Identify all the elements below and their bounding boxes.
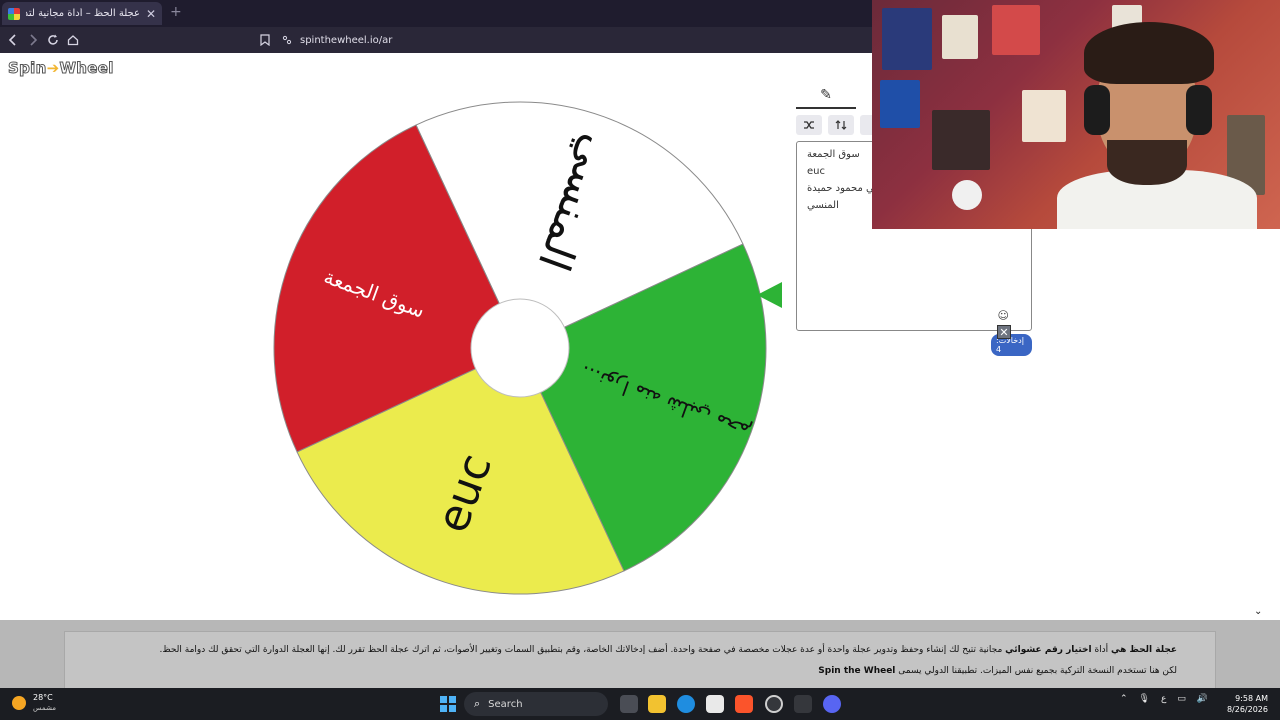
person-hair [1084, 22, 1214, 84]
info-line-2: لكن هنا تستخدم النسخة التركية بجميع نفس … [103, 661, 1177, 682]
edge-icon[interactable] [677, 695, 695, 713]
site-logo[interactable]: Spin➔Wheel [8, 59, 114, 78]
poster [880, 80, 920, 128]
tab-entries-edit[interactable]: ✎ [796, 83, 856, 109]
close-ad-button[interactable]: ✕ [997, 325, 1011, 339]
info-bold[interactable]: Spin the Wheel [818, 666, 895, 676]
file-explorer-icon[interactable] [648, 695, 666, 713]
input-language[interactable]: ع [1161, 694, 1166, 704]
tab-title: عجلة الحظ – أداة مجانية لتدوير الع [26, 8, 140, 19]
windows-start-icon[interactable] [440, 696, 456, 712]
discord-icon[interactable] [823, 695, 841, 713]
windows-taskbar: 28°C مشمس ⌕ Search ⌃ 🎙 ع ▭ 🔊 9:58 AM 8/26/… [0, 688, 1280, 720]
volume-icon[interactable]: 🔊 [1197, 694, 1208, 704]
url-text: spinthewheel.io/ar [300, 34, 393, 46]
pencil-icon: ✎ [820, 87, 832, 103]
info-text: أداة [1091, 645, 1112, 655]
football [952, 180, 982, 210]
forward-icon[interactable] [24, 31, 42, 49]
poster [992, 5, 1040, 55]
home-icon[interactable] [64, 31, 82, 49]
sun-icon [12, 696, 26, 710]
info-card: عجلة الحظ هي أداة اختيار رقم عشوائي مجان… [64, 631, 1216, 688]
back-icon[interactable] [4, 31, 22, 49]
wheel-pointer-icon[interactable] [757, 282, 782, 308]
network-icon[interactable]: ▭ [1177, 694, 1186, 704]
system-tray: ⌃ 🎙 ع ▭ 🔊 [1120, 694, 1208, 704]
taskbar-search[interactable]: ⌕ Search [464, 692, 608, 716]
microphone-icon[interactable]: 🎙 [1139, 694, 1150, 704]
info-text: لكن هنا تستخدم النسخة التركية بجميع نفس … [895, 666, 1177, 676]
time: 9:58 AM [1235, 694, 1268, 703]
weather-condition: مشمس [33, 704, 56, 712]
new-tab-button[interactable]: + [170, 4, 182, 20]
poster [882, 8, 932, 70]
logo-text-2: Wheel [59, 59, 114, 78]
wheel-graphic[interactable]: المنسينورا منه شلبي محم...eucسوق الجمعة [270, 98, 770, 598]
spin-wheel[interactable]: المنسي نورا منه شلبي محم... euc سوق الجمعة [270, 98, 770, 598]
person-beard [1107, 140, 1187, 185]
info-bold: عجلة الحظ هي [1111, 645, 1177, 655]
browser-tab[interactable]: عجلة الحظ – أداة مجانية لتدوير الع ✕ [2, 2, 162, 25]
info-text: مجانية تتيح لك إنشاء وحفظ وتدوير عجلة وا… [159, 645, 1006, 655]
logo-arrow-icon: ➔ [46, 59, 60, 77]
webcam-overlay [872, 0, 1280, 229]
headphones-icon [1084, 85, 1110, 135]
sort-icon [835, 120, 847, 130]
store-icon[interactable] [706, 695, 724, 713]
headphones-icon [1186, 85, 1212, 135]
search-icon: ⌕ [474, 697, 481, 710]
close-tab-icon[interactable]: ✕ [146, 7, 156, 21]
poster [1022, 90, 1066, 142]
shuffle-button[interactable] [796, 115, 822, 135]
chevron-down-icon[interactable]: ⌄ [1254, 606, 1262, 617]
chevron-up-icon[interactable]: ⌃ [1120, 694, 1128, 704]
info-bold: اختيار رقم عشوائي [1005, 645, 1092, 655]
emoji-icon[interactable]: ☺ [998, 309, 1009, 322]
task-view-icon[interactable] [620, 695, 638, 713]
sort-button[interactable] [828, 115, 854, 135]
search-placeholder: Search [488, 698, 523, 710]
date: 8/26/2026 [1226, 705, 1268, 714]
info-band: عجلة الحظ هي أداة اختيار رقم عشوائي مجان… [0, 620, 1280, 688]
webcam-app-icon[interactable] [794, 695, 812, 713]
wheel-hub[interactable] [470, 298, 570, 398]
temperature: 28°C [33, 693, 53, 702]
chrome-icon[interactable] [765, 695, 783, 713]
poster [932, 110, 990, 170]
wheel-favicon-icon [8, 7, 20, 20]
info-line-1: عجلة الحظ هي أداة اختيار رقم عشوائي مجان… [103, 640, 1177, 661]
address-bar[interactable]: spinthewheel.io/ar [260, 30, 880, 50]
clock[interactable]: 9:58 AM 8/26/2026 [1226, 693, 1268, 715]
shuffle-icon [804, 121, 814, 129]
brave-browser-icon[interactable] [735, 695, 753, 713]
reload-icon[interactable] [44, 31, 62, 49]
site-settings-icon[interactable] [282, 35, 292, 45]
poster [942, 15, 978, 59]
logo-text-1: Spin [8, 59, 47, 78]
bookmark-icon[interactable] [260, 34, 270, 46]
weather-widget[interactable]: 28°C مشمس [12, 693, 56, 713]
